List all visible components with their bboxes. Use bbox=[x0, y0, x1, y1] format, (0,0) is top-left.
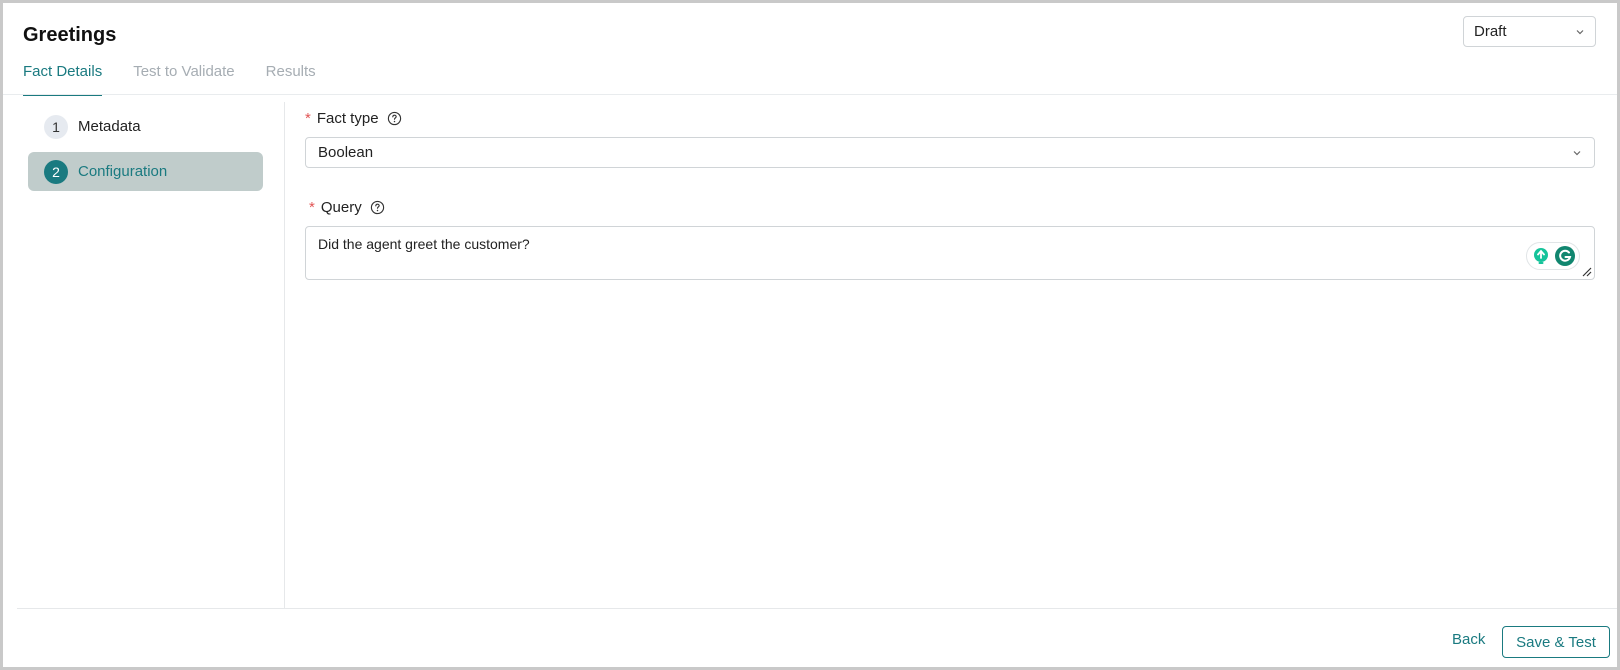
query-label: * Query bbox=[309, 196, 1595, 218]
chevron-down-icon bbox=[1573, 150, 1581, 155]
fact-type-field: * Fact type Boolean bbox=[305, 107, 1595, 168]
save-and-test-button[interactable]: Save & Test bbox=[1502, 626, 1610, 658]
tab-fact-details[interactable]: Fact Details bbox=[23, 63, 103, 96]
grammarly-widget[interactable] bbox=[1526, 242, 1580, 270]
step-configuration[interactable]: 2 Configuration bbox=[28, 152, 263, 191]
query-label-text: Query bbox=[320, 198, 362, 216]
tab-results[interactable]: Results bbox=[266, 63, 316, 96]
status-select[interactable]: Draft bbox=[1463, 16, 1596, 47]
back-button[interactable]: Back bbox=[1452, 631, 1485, 648]
query-text: Did the agent greet the customer? bbox=[318, 236, 530, 252]
chevron-down-icon bbox=[1576, 29, 1584, 34]
step-number: 2 bbox=[44, 159, 68, 184]
question-circle-icon[interactable] bbox=[370, 200, 385, 215]
query-field: * Query Did the agent greet the customer… bbox=[305, 196, 1595, 280]
required-marker: * bbox=[305, 109, 311, 127]
step-number: 1 bbox=[44, 114, 68, 139]
tab-bar: Fact Details Test to Validate Results bbox=[23, 63, 347, 96]
fact-type-value: Boolean bbox=[318, 144, 374, 161]
app-window: Greetings Draft Fact Details Test to Val… bbox=[0, 0, 1620, 670]
resize-handle-icon[interactable] bbox=[1582, 267, 1592, 277]
steps-panel: 1 Metadata 2 Configuration bbox=[28, 107, 263, 197]
step-metadata[interactable]: 1 Metadata bbox=[28, 107, 263, 146]
fact-type-select[interactable]: Boolean bbox=[305, 137, 1595, 168]
page-title: Greetings bbox=[23, 24, 117, 46]
header-divider bbox=[3, 94, 1617, 95]
required-marker: * bbox=[309, 198, 315, 216]
step-label: Configuration bbox=[78, 163, 168, 180]
status-select-value: Draft bbox=[1474, 23, 1507, 40]
lightbulb-icon[interactable] bbox=[1531, 246, 1551, 266]
fact-type-label-text: Fact type bbox=[316, 109, 379, 127]
fact-type-label: * Fact type bbox=[305, 107, 1595, 129]
footer-divider bbox=[17, 608, 1617, 609]
tab-test-to-validate[interactable]: Test to Validate bbox=[133, 63, 234, 96]
step-label: Metadata bbox=[78, 118, 141, 135]
configuration-form: * Fact type Boolean * Query Did the agen… bbox=[305, 107, 1595, 280]
panel-divider bbox=[284, 102, 285, 608]
grammarly-icon[interactable] bbox=[1554, 245, 1576, 267]
question-circle-icon[interactable] bbox=[387, 111, 402, 126]
query-textarea[interactable]: Did the agent greet the customer? bbox=[305, 226, 1595, 280]
